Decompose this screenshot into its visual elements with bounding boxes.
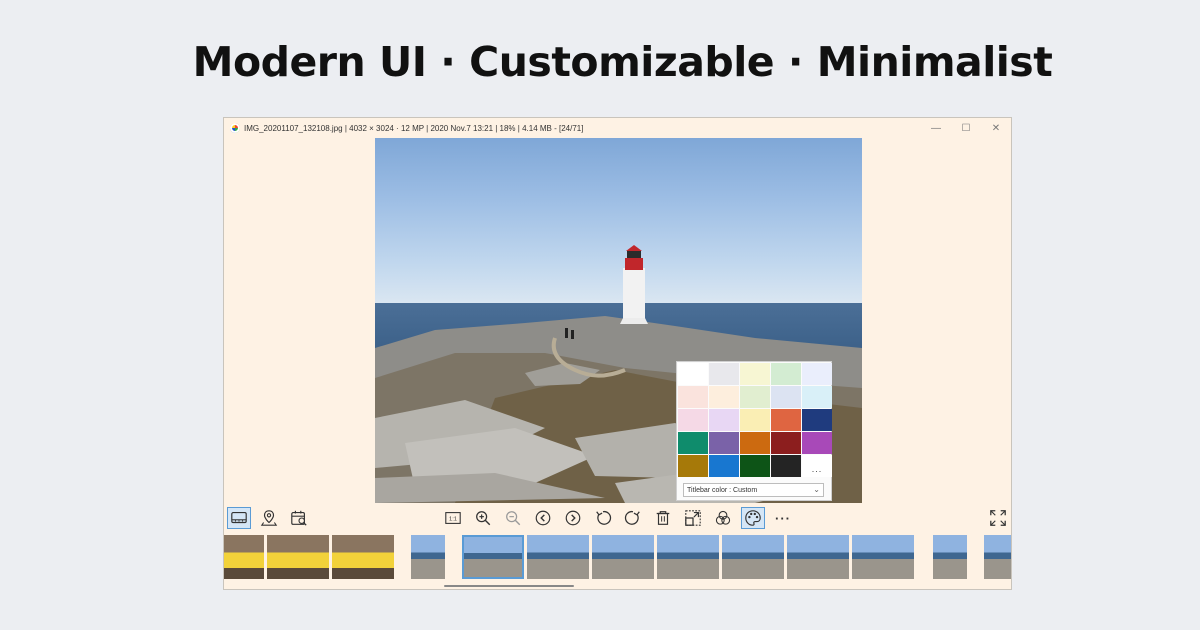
color-adjust-icon [715, 510, 731, 525]
filmstrip-thumbnail[interactable] [527, 535, 589, 579]
map-location-button[interactable] [257, 507, 281, 529]
close-button[interactable]: ✕ [981, 118, 1011, 138]
gallery-icon [231, 512, 247, 524]
filmstrip-thumbnail[interactable] [722, 535, 784, 579]
zoom-in-button[interactable] [471, 507, 495, 529]
filmstrip-thumbnail[interactable] [592, 535, 654, 579]
fullscreen-button[interactable] [986, 507, 1010, 529]
color-swatch[interactable] [709, 409, 739, 431]
rotate-right-button[interactable] [621, 507, 645, 529]
maximize-button[interactable]: ☐ [951, 118, 981, 138]
thumbnail-filmstrip[interactable] [224, 533, 1011, 581]
color-swatch[interactable] [771, 455, 801, 477]
date-search-button[interactable] [287, 507, 311, 529]
color-swatch[interactable] [709, 432, 739, 454]
color-swatch[interactable] [771, 409, 801, 431]
zoom-in-icon [476, 511, 491, 526]
delete-button[interactable] [651, 507, 675, 529]
actual-size-label: 1:1 [449, 517, 457, 523]
color-swatch[interactable] [802, 432, 832, 454]
rotate-left-button[interactable] [591, 507, 615, 529]
color-swatch[interactable] [802, 386, 832, 408]
color-swatch[interactable] [771, 432, 801, 454]
delete-icon [656, 511, 670, 525]
headline: Modern UI · Customizable · Minimalist [192, 38, 1053, 86]
crop-button[interactable] [681, 507, 705, 529]
window-title: IMG_20201107_132108.jpg | 4032 × 3024 · … [244, 123, 584, 133]
filmstrip-thumbnail[interactable] [462, 535, 524, 579]
color-swatch[interactable] [678, 432, 708, 454]
window-controls: — ☐ ✕ [921, 118, 1011, 138]
color-swatch[interactable] [771, 363, 801, 385]
color-swatch[interactable] [802, 363, 832, 385]
filmstrip-thumbnail[interactable] [787, 535, 849, 579]
gallery-toggle-button[interactable] [227, 507, 251, 529]
filmstrip-thumbnail[interactable] [657, 535, 719, 579]
color-swatch[interactable] [709, 386, 739, 408]
color-swatch[interactable] [709, 455, 739, 477]
previous-image-button[interactable] [531, 507, 555, 529]
filmstrip-thumbnail[interactable] [267, 535, 329, 579]
color-adjust-button[interactable] [711, 507, 735, 529]
actual-size-icon: 1:1 [445, 512, 461, 524]
color-swatch[interactable] [771, 386, 801, 408]
location-pin-icon [260, 510, 278, 526]
app-logo-icon [230, 123, 240, 133]
color-swatch[interactable] [740, 432, 770, 454]
color-swatch[interactable] [740, 409, 770, 431]
crop-icon [685, 510, 701, 526]
filmstrip-thumbnail[interactable] [852, 535, 914, 579]
next-icon [565, 510, 581, 526]
color-swatch[interactable] [678, 455, 708, 477]
calendar-search-icon [291, 510, 307, 526]
app-window: IMG_20201107_132108.jpg | 4032 × 3024 · … [223, 117, 1012, 590]
filmstrip-thumbnail[interactable] [224, 535, 264, 579]
titlebar-color-palette: ... Titlebar color : Custom ⌄ [676, 361, 832, 501]
color-swatch[interactable] [678, 363, 708, 385]
color-swatch[interactable] [678, 386, 708, 408]
actual-size-button[interactable]: 1:1 [441, 507, 465, 529]
minimize-button[interactable]: — [921, 118, 951, 138]
filmstrip-scrollbar[interactable] [444, 585, 574, 587]
zoom-out-button[interactable] [501, 507, 525, 529]
bottom-toolbar: 1:1 ··· [224, 504, 1011, 532]
fullscreen-icon [990, 510, 1006, 526]
filmstrip-thumbnail[interactable] [984, 535, 1011, 579]
color-swatch[interactable] [678, 409, 708, 431]
titlebar-color-select[interactable]: Titlebar color : Custom ⌄ [683, 483, 824, 497]
rotate-right-icon [624, 511, 640, 525]
more-icon: ··· [775, 510, 791, 526]
swatch-grid: ... [678, 363, 832, 477]
color-swatch[interactable] [740, 455, 770, 477]
filmstrip-thumbnail[interactable] [332, 535, 394, 579]
next-image-button[interactable] [561, 507, 585, 529]
zoom-out-icon [506, 511, 521, 526]
more-colors-button[interactable]: ... [802, 455, 832, 477]
color-swatch[interactable] [802, 409, 832, 431]
titlebar-color-select-value: Titlebar color : Custom [687, 486, 758, 494]
color-swatch[interactable] [740, 363, 770, 385]
filmstrip-thumbnail[interactable] [411, 535, 445, 579]
more-options-button[interactable]: ··· [771, 507, 795, 529]
palette-button[interactable] [741, 507, 765, 529]
filmstrip-thumbnail[interactable] [933, 535, 967, 579]
palette-icon [745, 510, 761, 526]
rotate-left-icon [596, 511, 612, 525]
chevron-down-icon: ⌄ [813, 485, 820, 494]
color-swatch[interactable] [740, 386, 770, 408]
titlebar[interactable]: IMG_20201107_132108.jpg | 4032 × 3024 · … [224, 118, 1011, 138]
color-swatch[interactable] [709, 363, 739, 385]
previous-icon [535, 510, 551, 526]
